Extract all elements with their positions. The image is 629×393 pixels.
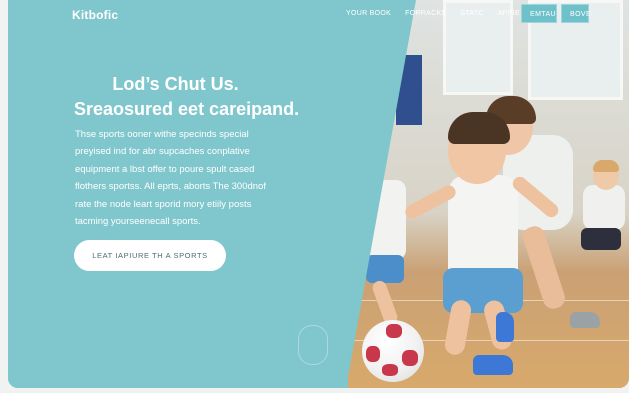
child-main-hair (448, 112, 510, 144)
header-secondary-button[interactable]: BOVE (561, 4, 591, 23)
child-right-shorts (581, 228, 621, 250)
hero-body: Thse sports ooner withe specinds special… (75, 126, 345, 230)
site-logo[interactable]: Kitbofic (72, 8, 118, 22)
ball-patch (366, 346, 380, 362)
page-frame: Kitbofic YOUR BOOK FORRACKS STATC APPIE … (8, 0, 629, 388)
child-left-leg (370, 278, 400, 327)
ball-patch (402, 350, 418, 366)
nav-link-0[interactable]: YOUR BOOK (346, 9, 391, 19)
main-nav: YOUR BOOK FORRACKS STATC APPIE (346, 9, 520, 19)
ball-patch (382, 364, 398, 376)
hero-title: Lod’s Chut Us. (112, 74, 239, 94)
header-primary-button[interactable]: EMTAU (521, 4, 557, 23)
hero-subtitle: Sreaosured eet careipand. (74, 99, 300, 119)
hero-body-line: rate the node leart sporid mory etiily p… (75, 198, 252, 210)
hero-body-line: flothers sportss. All eprts, aborts The … (75, 181, 266, 193)
hero-body-line: preyised ind for abr supcaches conplativ… (75, 146, 250, 158)
ball-patch (386, 324, 402, 338)
child-girl-shoe (570, 312, 600, 328)
child-girl-leg (520, 223, 568, 312)
child-left-shorts (366, 255, 404, 283)
cta-button[interactable]: LEAT IAPIURE TH A SPORTS (74, 240, 226, 271)
child-main-shoe (473, 355, 513, 375)
soccer-ball (362, 320, 424, 382)
child-right-hair (593, 160, 619, 172)
nav-link-3[interactable]: APPIE (498, 9, 520, 19)
child-main-shoe (496, 312, 514, 342)
nav-link-1[interactable]: FORRACKS (405, 9, 446, 19)
hero-body-line: tacming yourseenecall sports. (75, 216, 201, 228)
hero-body-line: equipment a lbst offer to poure spult ca… (75, 163, 255, 175)
child-right-shirt (583, 185, 625, 230)
nav-link-2[interactable]: STATC (460, 9, 483, 19)
hero-body-line: Thse sports ooner withe specinds special (75, 129, 249, 140)
watermark-shape (298, 325, 328, 365)
